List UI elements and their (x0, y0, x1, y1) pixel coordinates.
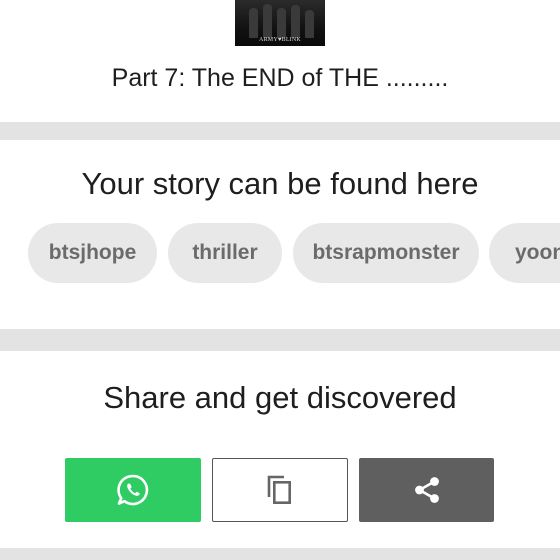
tags-section-title: Your story can be found here (81, 166, 479, 201)
cover-text: ARMY♥BLINK (259, 37, 301, 43)
share-section-title: Share and get discovered (103, 380, 457, 415)
part-title[interactable]: Part 7: The END of THE ......... (0, 64, 560, 93)
cover-figure (291, 5, 300, 38)
whatsapp-icon (117, 474, 149, 506)
cover-figure (249, 8, 258, 38)
share-whatsapp-button[interactable] (65, 458, 201, 522)
tag-chip[interactable]: thriller (168, 223, 282, 283)
share-more-button[interactable] (359, 458, 494, 522)
section-divider (0, 548, 560, 560)
cover-figure (305, 10, 314, 38)
tag-chip[interactable]: yoon (489, 223, 560, 283)
tag-chip[interactable]: btsrapmonster (293, 223, 479, 283)
tag-chip[interactable]: btsjhope (28, 223, 157, 283)
section-divider (0, 329, 560, 351)
share-icon (414, 477, 439, 503)
copy-link-button[interactable] (212, 458, 348, 522)
cover-figure (263, 4, 272, 38)
cover-figure (277, 8, 286, 38)
story-cover-image[interactable]: ARMY♥BLINK (235, 0, 325, 46)
tag-list[interactable]: btsjhope thriller btsrapmonster yoon (0, 223, 560, 283)
copy-icon (267, 475, 291, 504)
section-divider (0, 122, 560, 140)
